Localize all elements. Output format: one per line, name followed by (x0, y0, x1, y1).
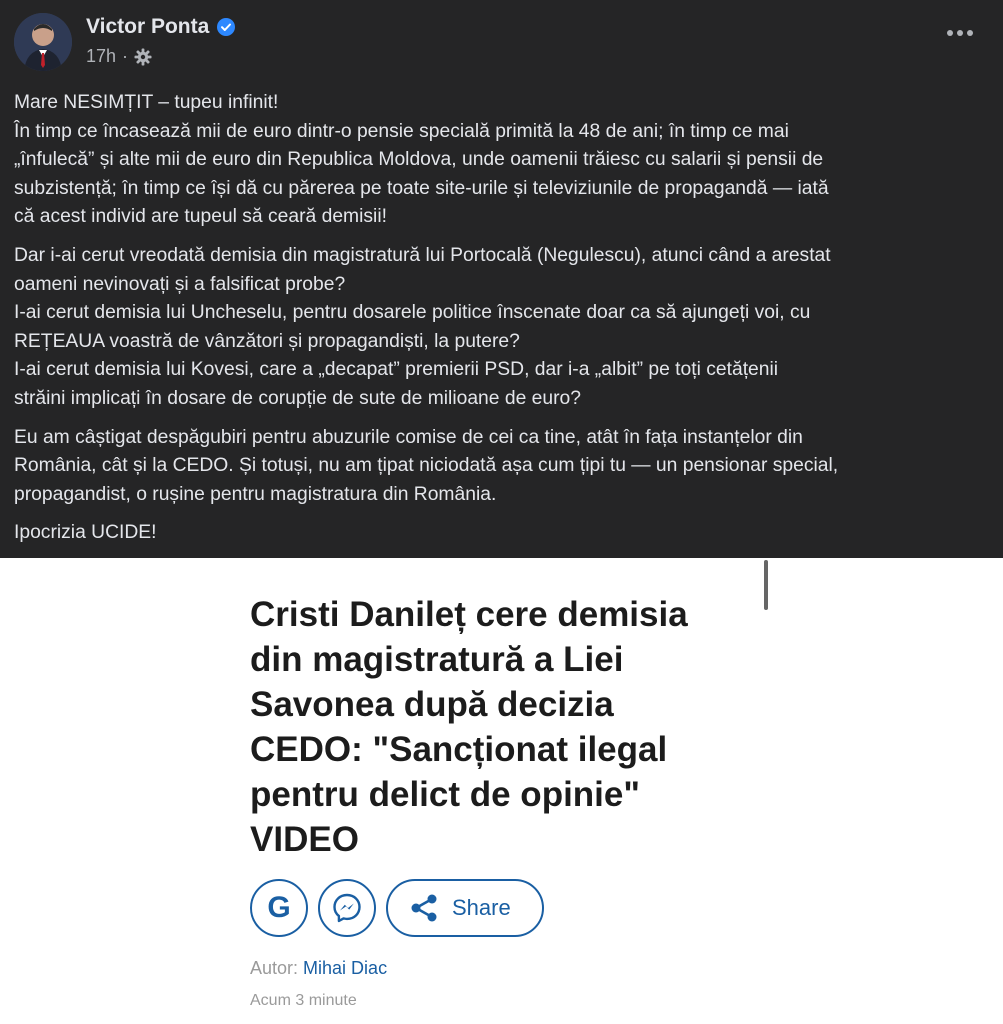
post-line: România, cât și la CEDO. Și totuși, nu a… (14, 455, 839, 477)
gear-icon (134, 48, 152, 65)
avatar[interactable] (14, 13, 72, 71)
post-line: oameni nevinovați și a falsificat probe? (14, 273, 346, 295)
post-paragraph: Ipocrizia UCIDE! (14, 519, 989, 548)
headline-line: VIDEO (250, 820, 359, 859)
post-time[interactable]: 17h (86, 46, 116, 67)
google-icon: G (267, 891, 291, 924)
article-author: Autor: Mihai Diac (250, 958, 387, 979)
article-headline: Cristi Danileț cere demisia din magistra… (250, 592, 750, 862)
facebook-post: Victor Ponta 17h · Mare NESIMȚIT – tupeu… (0, 0, 1003, 558)
avatar-image (14, 13, 72, 71)
headline-line: pentru delict de opinie" (250, 775, 640, 814)
post-line: că acest individ are tupeul să ceară dem… (14, 206, 387, 228)
post-line: Mare NESIMȚIT – tupeu infinit! (14, 92, 279, 113)
post-paragraph: Mare NESIMȚIT – tupeu infinit! În timp c… (14, 89, 989, 232)
post-line: I-ai cerut demisia lui Uncheselu, pentru… (14, 302, 811, 324)
headline-line: Savonea după decizia (250, 685, 614, 724)
scrollbar-indicator[interactable] (764, 560, 768, 610)
headline-line: din magistratură a Liei (250, 640, 624, 679)
share-icon (411, 894, 437, 922)
more-options-icon[interactable] (945, 26, 975, 40)
post-body: Mare NESIMȚIT – tupeu infinit! În timp c… (14, 89, 989, 558)
messenger-share-button[interactable] (318, 879, 376, 937)
share-button[interactable]: Share (386, 879, 544, 937)
post-line: În timp ce încasează mii de euro dintr-o… (14, 120, 789, 142)
post-paragraph: Eu am câștigat despăgubiri pentru abuzur… (14, 424, 989, 510)
meta-separator: · (122, 46, 129, 66)
post-line: Dar i-ai cerut vreodată demisia din magi… (14, 244, 831, 266)
headline-line: CEDO: "Sancționat ilegal (250, 730, 668, 769)
post-line: „înfulecă” și alte mii de euro din Repub… (14, 149, 824, 171)
author-prefix: Autor: (250, 958, 299, 978)
author-name[interactable]: Victor Ponta (86, 15, 209, 39)
post-line: străini implicați în dosare de corupție … (14, 387, 581, 409)
share-label: Share (452, 895, 511, 920)
verified-badge-icon (217, 18, 236, 36)
shared-article-screenshot: Cristi Danileț cere demisia din magistra… (0, 558, 1003, 1024)
google-news-button[interactable]: G (250, 879, 308, 937)
author-name-row: Victor Ponta (86, 15, 236, 39)
post-line: I-ai cerut demisia lui Kovesi, care a „d… (14, 359, 779, 381)
article-timestamp: Acum 3 minute (250, 992, 357, 1009)
post-line: subzistență; în timp ce își dă cu părere… (14, 177, 829, 199)
post-line: Ipocrizia UCIDE! (14, 522, 157, 544)
post-line: REȚEAUA voastră de vânzători și propagan… (14, 330, 520, 352)
post-line: propagandist, o rușine pentru magistratu… (14, 483, 497, 505)
article-author-name[interactable]: Mihai Diac (303, 958, 387, 978)
post-line: Eu am câștigat despăgubiri pentru abuzur… (14, 426, 803, 448)
post-paragraph: Dar i-ai cerut vreodată demisia din magi… (14, 242, 989, 414)
post-meta: 17h · (86, 46, 152, 67)
headline-line: Cristi Danileț cere demisia (250, 595, 688, 634)
messenger-icon (333, 893, 361, 923)
